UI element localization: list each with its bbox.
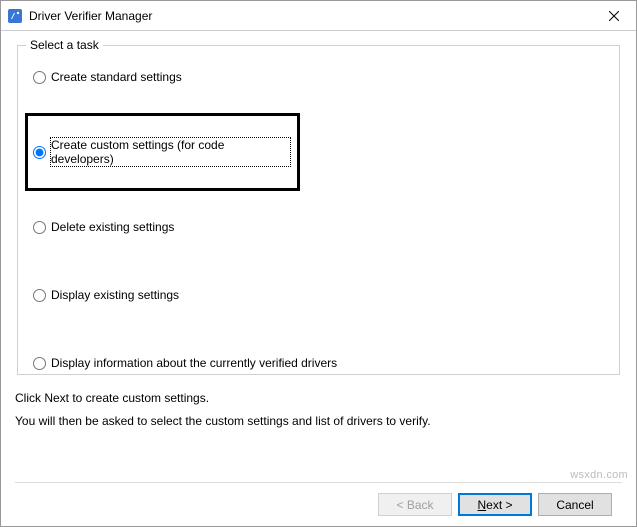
dialog-window: Driver Verifier Manager Select a task Cr… <box>0 0 637 527</box>
radio-input-custom[interactable] <box>33 146 46 159</box>
radio-input-delete[interactable] <box>33 221 46 234</box>
radio-option-display-current[interactable]: Display information about the currently … <box>32 354 605 372</box>
radio-option-delete[interactable]: Delete existing settings <box>32 218 605 236</box>
task-groupbox: Select a task Create standard settings C… <box>17 45 620 375</box>
radio-input-display-current[interactable] <box>33 357 46 370</box>
radio-label: Create standard settings <box>51 70 182 84</box>
back-button: < Back <box>378 493 452 516</box>
radio-option-custom[interactable]: Create custom settings (for code develop… <box>32 136 291 168</box>
radio-label: Display information about the currently … <box>51 356 337 370</box>
button-bar: < Back Next > Cancel <box>15 482 622 526</box>
radio-input-standard[interactable] <box>33 71 46 84</box>
cancel-button[interactable]: Cancel <box>538 493 612 516</box>
mnemonic: N <box>477 498 486 512</box>
radio-label: Create custom settings (for code develop… <box>51 138 290 166</box>
radio-label: Delete existing settings <box>51 220 174 234</box>
content-area: Select a task Create standard settings C… <box>1 31 636 526</box>
next-button[interactable]: Next > <box>458 493 532 516</box>
instruction-line: You will then be asked to select the cus… <box>15 410 622 433</box>
instruction-line: Click Next to create custom settings. <box>15 387 622 410</box>
highlight-box: Create custom settings (for code develop… <box>25 113 300 191</box>
titlebar: Driver Verifier Manager <box>1 1 636 31</box>
radio-option-display-existing[interactable]: Display existing settings <box>32 286 605 304</box>
radio-option-standard[interactable]: Create standard settings <box>32 68 605 86</box>
next-rest: ext > <box>486 498 512 512</box>
close-icon <box>609 11 619 21</box>
radio-label: Display existing settings <box>51 288 179 302</box>
radio-input-display-existing[interactable] <box>33 289 46 302</box>
groupbox-label: Select a task <box>26 38 103 52</box>
close-button[interactable] <box>591 1 636 30</box>
app-icon <box>7 8 23 24</box>
window-title: Driver Verifier Manager <box>29 9 591 23</box>
